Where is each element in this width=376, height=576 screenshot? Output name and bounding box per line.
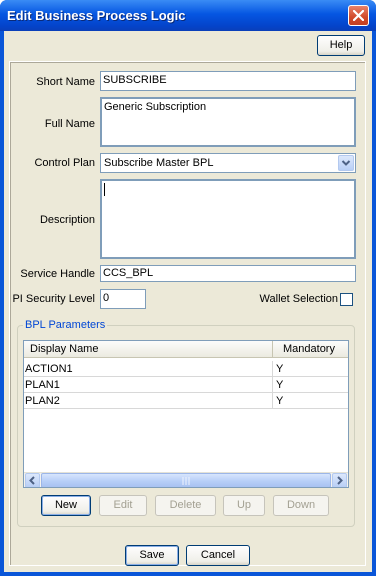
scrollbar-thumb[interactable] — [41, 473, 331, 487]
column-header-display-name[interactable]: Display Name — [24, 341, 273, 358]
close-icon — [353, 10, 364, 21]
window-title: Edit Business Process Logic — [7, 8, 186, 23]
table-cell-name[interactable]: ACTION1 — [24, 361, 273, 377]
bpl-parameters-title: BPL Parameters — [23, 319, 108, 331]
arrow-right-icon[interactable] — [332, 473, 347, 487]
wallet-selection-checkbox[interactable] — [340, 293, 353, 306]
full-name-textarea[interactable]: Generic Subscription — [100, 97, 356, 147]
wallet-selection-label: Wallet Selection — [259, 293, 338, 305]
delete-button[interactable]: Delete — [155, 495, 216, 516]
save-button[interactable]: Save — [125, 545, 179, 566]
description-label: Description — [39, 214, 95, 226]
table-cell-mandatory[interactable]: Y — [273, 377, 348, 393]
horizontal-scrollbar[interactable] — [24, 472, 348, 487]
bpl-parameters-table: Display Name Mandatory ACTION1 Y PLAN1 Y… — [23, 340, 349, 488]
control-plan-select[interactable]: Subscribe Master BPL — [100, 153, 356, 173]
table-cell-name[interactable]: PLAN2 — [24, 393, 273, 409]
title-bar[interactable]: Edit Business Process Logic — [0, 0, 376, 31]
service-handle-input[interactable]: CCS_BPL — [100, 265, 356, 282]
table-cell-mandatory[interactable]: Y — [273, 361, 348, 377]
table-cell-mandatory[interactable]: Y — [273, 393, 348, 409]
arrow-left-icon[interactable] — [25, 473, 40, 487]
close-button[interactable] — [348, 5, 369, 26]
dialog-window: Edit Business Process Logic Help Short N… — [0, 0, 376, 576]
help-button[interactable]: Help — [317, 35, 365, 56]
new-button[interactable]: New — [41, 495, 91, 516]
cancel-button[interactable]: Cancel — [186, 545, 250, 566]
control-plan-value: Subscribe Master BPL — [104, 157, 214, 169]
pi-security-level-label: PI Security Level — [12, 293, 95, 305]
down-button[interactable]: Down — [273, 495, 329, 516]
description-textarea[interactable] — [100, 179, 356, 259]
service-handle-label: Service Handle — [20, 268, 95, 280]
dialog-body: Help Short Name SUBSCRIBE Full Name Gene… — [4, 31, 372, 572]
table-cell-name[interactable]: PLAN1 — [24, 377, 273, 393]
full-name-label: Full Name — [44, 118, 95, 130]
short-name-label: Short Name — [36, 76, 95, 88]
chevron-down-icon[interactable] — [338, 155, 354, 171]
pi-security-level-input[interactable]: 0 — [100, 289, 146, 309]
column-header-mandatory[interactable]: Mandatory — [273, 341, 348, 358]
up-button[interactable]: Up — [223, 495, 265, 516]
short-name-input[interactable]: SUBSCRIBE — [100, 71, 356, 91]
edit-button[interactable]: Edit — [99, 495, 147, 516]
text-cursor — [104, 183, 105, 196]
control-plan-label: Control Plan — [34, 157, 95, 169]
